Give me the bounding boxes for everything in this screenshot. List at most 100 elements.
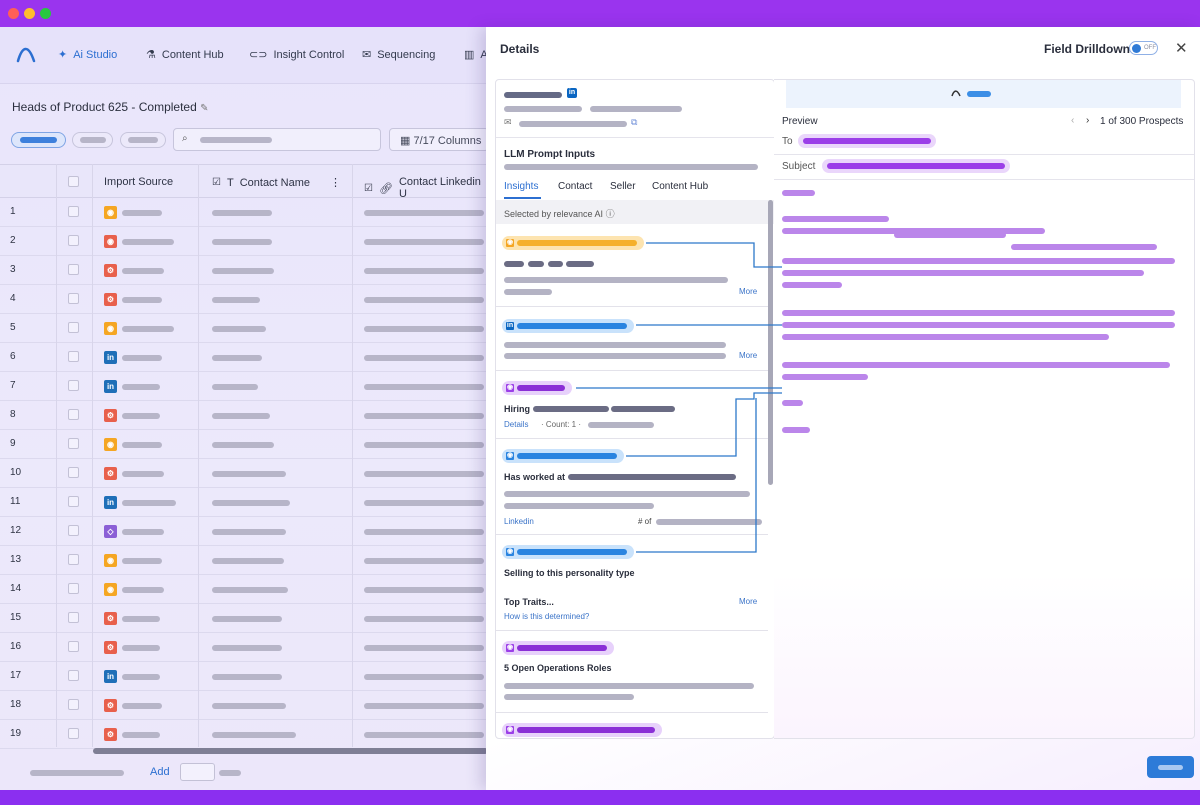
insight-card[interactable]: ◉ bbox=[496, 713, 768, 738]
filter-pill[interactable] bbox=[72, 132, 113, 148]
row-checkbox[interactable] bbox=[68, 322, 79, 333]
row-checkbox[interactable] bbox=[68, 264, 79, 275]
search-input[interactable]: ⌕ bbox=[173, 128, 381, 151]
table-row[interactable]: 8 ⚙ bbox=[0, 401, 490, 430]
more-link[interactable]: More bbox=[739, 287, 757, 296]
column-menu-icon[interactable]: ⋮ bbox=[330, 176, 341, 189]
filter-pill-active[interactable] bbox=[11, 132, 66, 148]
table-row[interactable]: 13 ◉ bbox=[0, 546, 490, 575]
cell-value-placeholder bbox=[364, 616, 484, 622]
table-row[interactable]: 2 ◉ bbox=[0, 227, 490, 256]
copy-icon[interactable]: ⧉ bbox=[631, 117, 637, 128]
row-checkbox[interactable] bbox=[68, 641, 79, 652]
column-contact-linkedin[interactable]: ☑ 🔗︎ Contact Linkedin U bbox=[364, 176, 490, 200]
info-icon[interactable]: ⓘ bbox=[606, 209, 615, 219]
table-row[interactable]: 11 in bbox=[0, 488, 490, 517]
insight-card[interactable]: ◉ More bbox=[496, 224, 768, 307]
add-rows-button[interactable]: Add bbox=[150, 766, 170, 778]
field-drilldown-toggle[interactable]: OFF bbox=[1129, 41, 1158, 55]
table-row[interactable]: 3 ⚙ bbox=[0, 256, 490, 285]
relevance-label: Selected by relevance AI ⓘ bbox=[504, 209, 615, 219]
horizontal-scrollbar[interactable] bbox=[93, 748, 488, 754]
table-row[interactable]: 12 ◇ bbox=[0, 517, 490, 546]
row-checkbox[interactable] bbox=[68, 235, 79, 246]
next-prospect-icon[interactable]: › bbox=[1086, 115, 1089, 126]
count-label: · Count: 1 · bbox=[541, 420, 582, 429]
row-checkbox[interactable] bbox=[68, 409, 79, 420]
linkedin-link[interactable]: Linkedin bbox=[504, 517, 534, 526]
tab-insights[interactable]: Insights bbox=[504, 181, 538, 192]
linkedin-icon[interactable]: in bbox=[567, 88, 577, 98]
table-row[interactable]: 17 in bbox=[0, 662, 490, 691]
nav-analytics[interactable]: ▥ A bbox=[464, 48, 488, 62]
top-nav: ✦ Ai Studio ⚗ Content Hub ⊂⊃ Insight Contro… bbox=[0, 27, 490, 84]
cell-value-placeholder bbox=[364, 297, 484, 303]
columns-button[interactable]: ▦ 7/17 Columns bbox=[389, 128, 489, 151]
row-checkbox[interactable] bbox=[68, 293, 79, 304]
minimize-window-button[interactable] bbox=[24, 8, 35, 19]
table-row[interactable]: 5 ◉ bbox=[0, 314, 490, 343]
how-determined-link[interactable]: How is this determined? bbox=[504, 612, 589, 621]
cell-value-placeholder bbox=[212, 442, 274, 448]
table-row[interactable]: 10 ⚙ bbox=[0, 459, 490, 488]
nav-ai-studio[interactable]: ✦ Ai Studio bbox=[58, 48, 117, 62]
row-count-input[interactable] bbox=[180, 763, 215, 781]
table-row[interactable]: 16 ⚙ bbox=[0, 633, 490, 662]
insight-card[interactable]: in More bbox=[496, 307, 768, 371]
row-checkbox[interactable] bbox=[68, 206, 79, 217]
insight-card[interactable]: ◉ Has worked at Linkedin # of bbox=[496, 439, 768, 535]
table-row[interactable]: 15 ⚙ bbox=[0, 604, 490, 633]
insight-card[interactable]: ◉ Selling to this personality type Top T… bbox=[496, 535, 768, 631]
nav-insight-control[interactable]: ⊂⊃ Insight Control bbox=[249, 48, 344, 62]
row-checkbox[interactable] bbox=[68, 351, 79, 362]
table-row[interactable]: 4 ⚙ bbox=[0, 285, 490, 314]
row-checkbox[interactable] bbox=[68, 554, 79, 565]
edit-icon[interactable]: ✎ bbox=[200, 103, 208, 114]
row-number: 3 bbox=[10, 264, 16, 275]
insight-card[interactable]: ◉ 5 Open Operations Roles bbox=[496, 631, 768, 713]
row-checkbox[interactable] bbox=[68, 438, 79, 449]
row-checkbox[interactable] bbox=[68, 467, 79, 478]
cell-value-placeholder bbox=[122, 732, 160, 738]
details-link[interactable]: Details bbox=[504, 420, 528, 429]
subject-field[interactable] bbox=[822, 159, 1010, 173]
row-checkbox[interactable] bbox=[68, 670, 79, 681]
checkbox-icon: ☑ bbox=[364, 182, 373, 194]
filter-pill[interactable] bbox=[120, 132, 166, 148]
table-row[interactable]: 1 ◉ bbox=[0, 198, 490, 227]
more-link[interactable]: More bbox=[739, 351, 757, 360]
prev-prospect-icon[interactable]: ‹ bbox=[1071, 115, 1074, 126]
insight-card[interactable]: ◉ Hiring Details · Count: 1 · bbox=[496, 371, 768, 439]
row-checkbox[interactable] bbox=[68, 583, 79, 594]
tab-content-hub[interactable]: Content Hub bbox=[652, 181, 708, 192]
send-button[interactable] bbox=[1147, 756, 1194, 778]
table-row[interactable]: 19 ⚙ bbox=[0, 720, 490, 749]
row-checkbox[interactable] bbox=[68, 699, 79, 710]
table-row[interactable]: 18 ⚙ bbox=[0, 691, 490, 720]
table-row[interactable]: 14 ◉ bbox=[0, 575, 490, 604]
nav-sequencing[interactable]: ✉ Sequencing bbox=[362, 48, 435, 62]
tab-seller[interactable]: Seller bbox=[610, 181, 636, 192]
zoom-window-button[interactable] bbox=[40, 8, 51, 19]
row-checkbox[interactable] bbox=[68, 525, 79, 536]
column-contact-name[interactable]: ☑ T Contact Name ⋮ bbox=[212, 176, 341, 190]
vertical-scrollbar[interactable] bbox=[768, 200, 773, 485]
row-checkbox[interactable] bbox=[68, 728, 79, 739]
row-number: 12 bbox=[10, 525, 22, 536]
table-row[interactable]: 9 ◉ bbox=[0, 430, 490, 459]
row-checkbox[interactable] bbox=[68, 380, 79, 391]
table-row[interactable]: 7 in bbox=[0, 372, 490, 401]
row-checkbox[interactable] bbox=[68, 496, 79, 507]
tab-contact[interactable]: Contact bbox=[558, 181, 592, 192]
more-link[interactable]: More bbox=[739, 597, 757, 606]
logo-icon[interactable] bbox=[16, 45, 36, 63]
select-all-checkbox[interactable] bbox=[68, 176, 79, 187]
row-checkbox[interactable] bbox=[68, 612, 79, 623]
close-icon[interactable]: ✕ bbox=[1175, 39, 1188, 57]
to-field[interactable] bbox=[798, 134, 936, 148]
column-import-source[interactable]: Import Source bbox=[104, 176, 173, 188]
nav-content-hub[interactable]: ⚗ Content Hub bbox=[146, 48, 224, 62]
close-window-button[interactable] bbox=[8, 8, 19, 19]
row-number: 4 bbox=[10, 293, 16, 304]
table-row[interactable]: 6 in bbox=[0, 343, 490, 372]
